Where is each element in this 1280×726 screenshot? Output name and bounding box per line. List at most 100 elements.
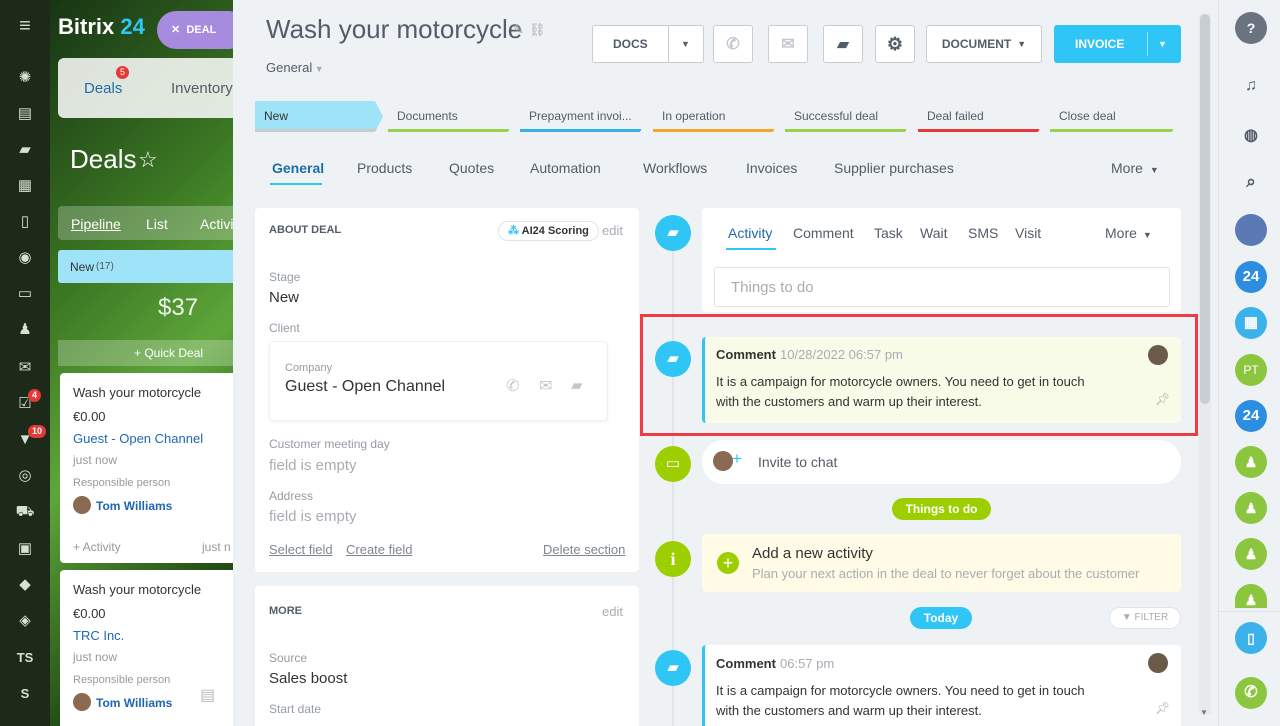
things-to-do-input[interactable]: Things to do bbox=[714, 267, 1170, 307]
select-field-link[interactable]: Select field bbox=[269, 542, 333, 557]
settings-button[interactable]: ⚙ bbox=[875, 25, 915, 63]
mobile-icon[interactable]: ▯ bbox=[1235, 622, 1267, 654]
category-select[interactable]: General ▼ bbox=[266, 60, 324, 75]
tab-products[interactable]: Products bbox=[357, 160, 412, 176]
avatar[interactable] bbox=[1235, 214, 1267, 246]
delete-section-link[interactable]: Delete section bbox=[543, 542, 625, 557]
group-icon[interactable]: ♟ bbox=[1235, 538, 1267, 570]
tab-inventory[interactable]: Inventory bbox=[171, 80, 233, 97]
user-initials-icon[interactable]: PT bbox=[1235, 354, 1267, 386]
meeting-day-value[interactable]: field is empty bbox=[269, 457, 357, 474]
calendar-icon[interactable]: ▦ bbox=[13, 174, 37, 198]
scrollbar-thumb[interactable] bbox=[1200, 14, 1210, 404]
create-field-link[interactable]: Create field bbox=[346, 542, 412, 557]
phone-icon[interactable]: ✆ bbox=[506, 376, 519, 396]
mail-icon[interactable]: ✉ bbox=[13, 356, 37, 380]
search-chat-icon[interactable]: ◍ bbox=[1235, 120, 1267, 152]
package-icon[interactable]: ◈ bbox=[13, 609, 37, 633]
address-value[interactable]: field is empty bbox=[269, 508, 357, 525]
bell-icon[interactable]: ♫ bbox=[1235, 70, 1267, 102]
stage-documents[interactable]: Documents bbox=[388, 101, 516, 132]
ts-icon[interactable]: TS bbox=[13, 646, 37, 670]
deal-button[interactable]: ✕ DEAL bbox=[157, 11, 233, 49]
email-button[interactable]: ✉ bbox=[768, 25, 808, 63]
box-icon[interactable]: ◆ bbox=[13, 573, 37, 597]
stage-value[interactable]: New bbox=[269, 289, 299, 306]
stage-in-operation[interactable]: In operation bbox=[653, 101, 781, 132]
help-icon[interactable]: ? bbox=[1235, 12, 1267, 44]
view-activity[interactable]: Activi bbox=[200, 216, 233, 232]
stage-deal-failed[interactable]: Deal failed bbox=[918, 101, 1046, 132]
mail-icon[interactable]: ✉ bbox=[539, 376, 552, 396]
add-activity-card[interactable]: + Add a new activity Plan your next acti… bbox=[702, 534, 1181, 592]
search-icon[interactable]: ⌕ bbox=[1235, 166, 1267, 198]
bitrix24-icon[interactable]: 24 bbox=[1235, 261, 1267, 293]
pin-icon[interactable]: 📌︎ bbox=[1155, 392, 1170, 406]
tab-quotes[interactable]: Quotes bbox=[449, 160, 494, 176]
tab-deals[interactable]: Deals bbox=[84, 80, 122, 97]
tab-supplier-purchases[interactable]: Supplier purchases bbox=[834, 160, 954, 176]
contacts-icon[interactable]: ♟ bbox=[13, 318, 37, 342]
star-icon[interactable]: ☆ bbox=[138, 147, 158, 173]
comment-entry[interactable]: Comment 06:57 pm It is a campaign for mo… bbox=[702, 645, 1181, 726]
source-value[interactable]: Sales boost bbox=[269, 670, 347, 687]
view-list[interactable]: List bbox=[146, 216, 168, 232]
inbox-icon[interactable]: ▭ bbox=[13, 282, 37, 306]
printer-icon[interactable]: ▤ bbox=[200, 685, 215, 705]
robot-icon[interactable]: ◉ bbox=[13, 246, 37, 270]
s-icon[interactable]: S bbox=[13, 682, 37, 706]
view-pipeline[interactable]: Pipeline bbox=[71, 216, 121, 232]
target-icon[interactable]: ◎ bbox=[13, 464, 37, 488]
call-button[interactable]: ✆ bbox=[713, 25, 753, 63]
id-card-icon[interactable]: ▣ bbox=[13, 537, 37, 561]
invoice-button[interactable]: INVOICE ▼ bbox=[1054, 25, 1181, 63]
tab-workflows[interactable]: Workflows bbox=[643, 160, 707, 176]
stage-successful-deal[interactable]: Successful deal bbox=[785, 101, 913, 132]
tab-automation[interactable]: Automation bbox=[530, 160, 601, 176]
chat-icon[interactable]: ▰ bbox=[571, 376, 583, 394]
tab-invoices[interactable]: Invoices bbox=[746, 160, 797, 176]
tab-visit[interactable]: Visit bbox=[1015, 225, 1041, 241]
tab-sms[interactable]: SMS bbox=[968, 225, 998, 241]
menu-icon[interactable]: ≡ bbox=[13, 14, 37, 38]
cart-icon[interactable]: ⛟ bbox=[13, 500, 37, 524]
tab-task[interactable]: Task bbox=[874, 225, 903, 241]
ai-scoring-badge[interactable]: ⁂ AI24 Scoring bbox=[498, 221, 599, 241]
kanban-card[interactable]: Wash your motorcycle €0.00 Guest - Open … bbox=[60, 373, 233, 563]
tab-comment[interactable]: Comment bbox=[793, 225, 854, 241]
kanban-card[interactable]: Wash your motorcycle €0.00 TRC Inc. just… bbox=[60, 570, 233, 726]
chat-button[interactable]: ▰ bbox=[823, 25, 863, 63]
comment-entry[interactable]: Comment 10/28/2022 06:57 pm It is a camp… bbox=[702, 337, 1181, 423]
document-button[interactable]: DOCUMENT ▼ bbox=[926, 25, 1042, 63]
edit-link[interactable]: edit bbox=[602, 604, 623, 619]
invite-to-chat[interactable]: + Invite to chat bbox=[702, 440, 1181, 484]
docs-icon[interactable]: ▯ bbox=[13, 210, 37, 234]
stage-new[interactable]: New bbox=[255, 101, 383, 132]
add-icon[interactable]: + bbox=[717, 552, 739, 574]
group-icon[interactable]: ♟ bbox=[1235, 492, 1267, 524]
calendar-icon[interactable]: ▦ bbox=[1235, 307, 1267, 339]
group-icon[interactable]: ♟ bbox=[1235, 446, 1267, 478]
stage-prepayment-invoice[interactable]: Prepayment invoi... bbox=[520, 101, 648, 132]
bitrix24-icon[interactable]: 24 bbox=[1235, 400, 1267, 432]
filter-button[interactable]: ▼ FILTER bbox=[1109, 607, 1181, 629]
pin-icon[interactable]: 📌︎ bbox=[1155, 701, 1170, 715]
tab-wait[interactable]: Wait bbox=[920, 225, 947, 241]
crm-icon[interactable]: ✺ bbox=[13, 66, 37, 90]
docs-button[interactable]: DOCS ▼ bbox=[592, 25, 704, 63]
company-name[interactable]: Guest - Open Channel bbox=[285, 378, 445, 396]
phone-call-icon[interactable]: ✆ bbox=[1235, 677, 1267, 709]
tab-activity[interactable]: Activity bbox=[728, 225, 772, 241]
feed-icon[interactable]: ▤ bbox=[13, 102, 37, 126]
quick-deal-button[interactable]: + Quick Deal bbox=[58, 340, 233, 366]
tab-general[interactable]: General bbox=[272, 160, 324, 176]
group-icon[interactable]: ♟ bbox=[1235, 584, 1267, 608]
scroll-down-icon[interactable]: ▼ bbox=[1200, 708, 1208, 717]
stage-close-deal[interactable]: Close deal bbox=[1050, 101, 1180, 132]
tab-more[interactable]: More ▼ bbox=[1105, 225, 1152, 241]
tab-more[interactable]: More ▼ bbox=[1111, 160, 1159, 176]
edit-pencil-icon[interactable]: ✎ bbox=[513, 22, 524, 38]
link-icon[interactable]: ⛓ bbox=[529, 22, 546, 38]
chat-icon[interactable]: ▰ bbox=[13, 138, 37, 162]
edit-link[interactable]: edit bbox=[602, 223, 623, 238]
